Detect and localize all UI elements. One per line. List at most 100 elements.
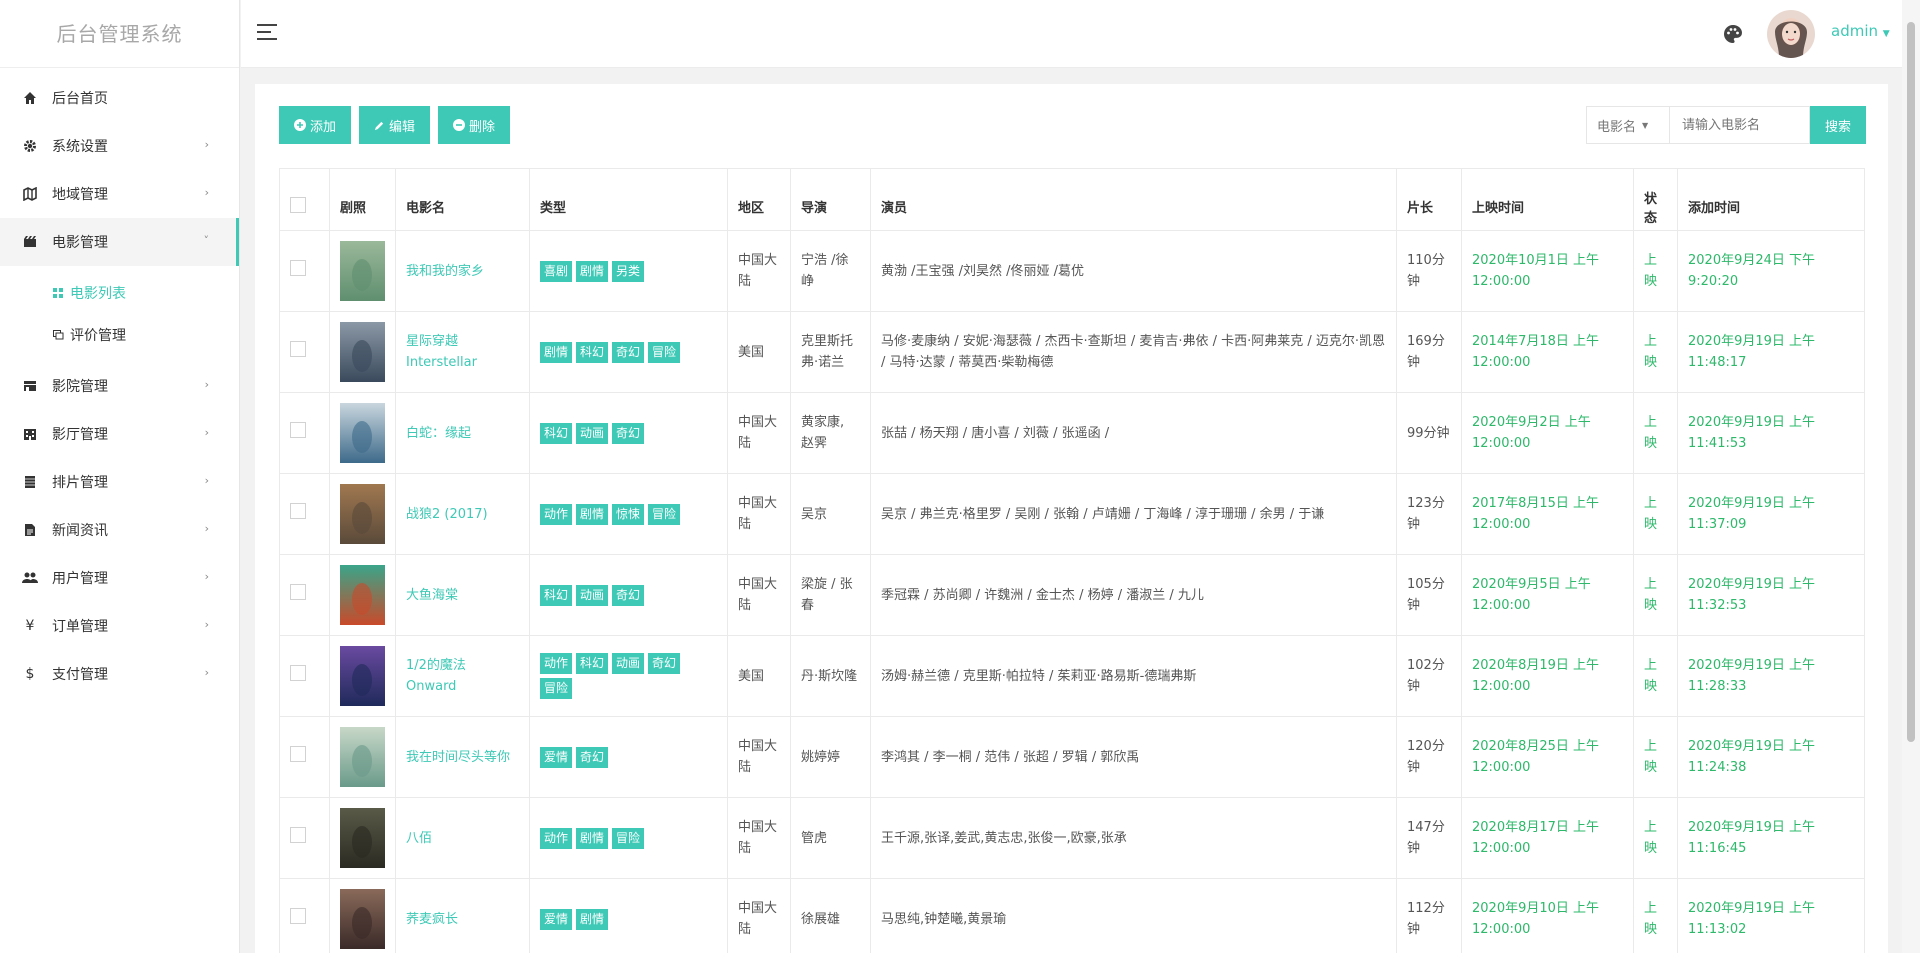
submenu-item-1[interactable]: 评价管理 — [0, 314, 239, 356]
duration-cell-text: 169分钟 — [1407, 334, 1445, 370]
genre-tag: 剧情 — [576, 260, 609, 282]
row-select-cell — [279, 311, 330, 393]
genre-tag: 动画 — [576, 584, 609, 606]
added-cell: 2020年9月19日 上午11:24:38 — [1677, 716, 1865, 798]
status-cell: 上映 — [1633, 392, 1678, 474]
sidebar-item-8[interactable]: 用户管理 › — [0, 554, 239, 602]
added-cell-text: 2020年9月19日 上午11:13:02 — [1688, 901, 1816, 937]
chevron-right-icon: › — [204, 618, 209, 631]
title-cell[interactable]: 星际穿越 Interstellar — [395, 311, 530, 393]
actors-cell: 李鸿其 / 李一桐 / 范伟 / 张超 / 罗辑 / 郭欣禹 — [870, 716, 1397, 798]
genre-tag: 冒险 — [540, 678, 573, 699]
row-checkbox[interactable] — [290, 583, 306, 600]
movie-poster — [340, 484, 385, 544]
release-cell: 2014年7月18日 上午12:00:00 — [1461, 311, 1634, 393]
genre-tag: 剧情 — [540, 341, 573, 363]
sidebar-item-9[interactable]: ¥ 订单管理 › — [0, 602, 239, 650]
duration-cell-text: 99分钟 — [1407, 425, 1450, 441]
title-cell-text[interactable]: 大鱼海棠 — [406, 588, 458, 603]
table-row: 荞麦疯长 爱情 剧情 中国大陆 徐展雄 马思纯,钟楚曦,黄景瑜 112分钟 2020年9月10… — [279, 878, 1865, 953]
username-label: admin — [1831, 22, 1878, 40]
title-cell-text[interactable]: 我在时间尽头等你 — [406, 750, 510, 765]
title-cell-text[interactable]: 八佰 — [406, 831, 432, 846]
sidebar-item-1[interactable]: 系统设置 › — [0, 122, 239, 170]
sidebar-item-3[interactable]: 电影管理 ˅ — [0, 218, 239, 266]
submenu-item-0[interactable]: 电影列表 — [0, 272, 239, 314]
sidebar-item-2[interactable]: 地域管理 › — [0, 170, 239, 218]
added-cell: 2020年9月19日 上午11:28:33 — [1677, 635, 1865, 717]
row-checkbox[interactable] — [290, 745, 306, 762]
title-cell-text[interactable]: 荞麦疯长 — [406, 912, 458, 927]
column-header: 导演 — [790, 168, 871, 231]
status-cell: 上映 — [1633, 878, 1678, 953]
brand-title: 后台管理系统 — [0, 0, 239, 68]
chevron-right-icon: › — [204, 570, 209, 583]
genre-tag: 冒险 — [648, 341, 681, 363]
row-checkbox[interactable] — [290, 421, 306, 438]
title-cell-text[interactable]: 1/2的魔法 Onward — [406, 658, 466, 694]
minus-circle-icon — [453, 119, 466, 131]
row-checkbox[interactable] — [290, 664, 306, 681]
edit-button[interactable]: 编辑 — [359, 106, 431, 144]
genre-tag: 科幻 — [576, 653, 609, 674]
table-row: 我和我的家乡 喜剧 剧情 另类 中国大陆 宁浩 /徐峥 黄渤 /王宝强 /刘昊然 /佟丽娅 … — [279, 230, 1865, 312]
menu-toggle-icon[interactable] — [257, 24, 277, 42]
genre-cell: 爱情 剧情 — [529, 878, 728, 953]
title-cell[interactable]: 战狼2 (2017) — [395, 473, 530, 555]
row-checkbox[interactable] — [290, 826, 306, 843]
title-cell[interactable]: 1/2的魔法 Onward — [395, 635, 530, 717]
row-checkbox[interactable] — [290, 502, 306, 519]
page-scrollbar[interactable] — [1902, 0, 1920, 953]
status-cell: 上映 — [1633, 230, 1678, 312]
sidebar-item-0[interactable]: 后台首页 — [0, 74, 239, 122]
title-cell[interactable]: 荞麦疯长 — [395, 878, 530, 953]
row-checkbox[interactable] — [290, 340, 306, 357]
director-cell: 丹·斯坎隆 — [790, 635, 871, 717]
title-cell[interactable]: 我在时间尽头等你 — [395, 716, 530, 798]
user-menu[interactable]: admin ▼ — [1831, 22, 1890, 40]
delete-button[interactable]: 删除 — [438, 106, 511, 144]
release-cell: 2020年8月25日 上午12:00:00 — [1461, 716, 1634, 798]
title-cell-text[interactable]: 星际穿越 Interstellar — [406, 334, 477, 370]
title-cell-text[interactable]: 我和我的家乡 — [406, 264, 484, 279]
select-all-checkbox[interactable] — [290, 196, 306, 213]
sidebar-item-5[interactable]: 影厅管理 › — [0, 410, 239, 458]
duration-cell-text: 110分钟 — [1407, 253, 1445, 289]
release-cell-text: 2020年8月17日 上午12:00:00 — [1472, 820, 1600, 856]
movie-poster — [340, 241, 385, 301]
search-button[interactable]: 搜索 — [1810, 106, 1866, 144]
release-cell: 2020年8月17日 上午12:00:00 — [1461, 797, 1634, 879]
search-field-select[interactable]: 电影名 ▼ — [1586, 106, 1670, 144]
row-checkbox[interactable] — [290, 259, 306, 276]
title-cell-text[interactable]: 白蛇：缘起 — [406, 426, 471, 441]
add-button[interactable]: 添加 — [279, 106, 352, 144]
title-cell-text[interactable]: 战狼2 (2017) — [406, 507, 488, 522]
sidebar-item-4[interactable]: 影院管理 › — [0, 362, 239, 410]
duration-cell: 102分钟 — [1396, 635, 1462, 717]
status-cell-text: 上映 — [1644, 577, 1658, 613]
duration-cell: 147分钟 — [1396, 797, 1462, 879]
actors-cell: 马思纯,钟楚曦,黄景瑜 — [870, 878, 1397, 953]
title-cell[interactable]: 八佰 — [395, 797, 530, 879]
status-cell-text: 上映 — [1644, 901, 1658, 937]
search-input[interactable] — [1670, 106, 1810, 144]
sidebar-item-6[interactable]: 排片管理 › — [0, 458, 239, 506]
scrollbar-thumb[interactable] — [1907, 22, 1915, 742]
genre-tag: 动作 — [540, 653, 573, 674]
release-cell-text: 2020年9月5日 上午12:00:00 — [1472, 577, 1591, 613]
palette-icon[interactable] — [1721, 22, 1745, 46]
table-row: 大鱼海棠 科幻 动画 奇幻 中国大陆 梁旋 / 张春 季冠霖 / 苏尚卿 / 许魏洲 / 金… — [279, 554, 1865, 636]
title-cell[interactable]: 我和我的家乡 — [395, 230, 530, 312]
status-cell-text: 上映 — [1644, 739, 1658, 775]
sidebar-item-7[interactable]: 新闻资讯 › — [0, 506, 239, 554]
genre-tag: 爱情 — [540, 908, 573, 930]
building-icon — [22, 426, 38, 442]
sidebar-item-label: 后台首页 — [52, 91, 108, 107]
avatar[interactable] — [1767, 10, 1815, 58]
duration-cell-text: 123分钟 — [1407, 496, 1445, 532]
sidebar-item-label: 新闻资讯 — [52, 523, 108, 539]
title-cell[interactable]: 白蛇：缘起 — [395, 392, 530, 474]
title-cell[interactable]: 大鱼海棠 — [395, 554, 530, 636]
sidebar-item-10[interactable]: $ 支付管理 › — [0, 650, 239, 698]
row-checkbox[interactable] — [290, 907, 306, 924]
